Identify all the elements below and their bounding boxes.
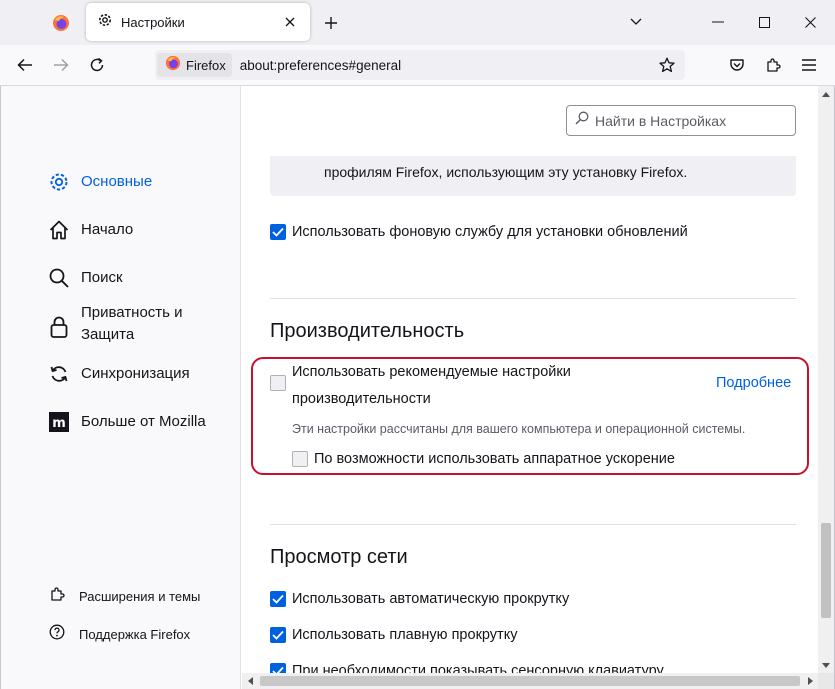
touch-keyboard-checkbox[interactable] (270, 663, 286, 673)
addons-link-label: Расширения и темы (79, 589, 201, 604)
sidebar-item-home[interactable]: Начало (47, 218, 133, 242)
recommended-performance-label-line1: Использовать рекомендуемые настройки (292, 364, 571, 380)
close-window-button[interactable] (794, 6, 826, 38)
autoscroll-checkbox[interactable] (270, 591, 286, 607)
scroll-up-arrow-icon[interactable] (818, 86, 834, 102)
profiles-info-text: профилям Firefox, использующим эту устан… (324, 164, 688, 180)
url-text[interactable]: about:preferences#general (240, 58, 653, 73)
main-pane: Найти в Настройках профилям Firefox, исп… (242, 86, 818, 673)
recommended-performance-label: Использовать рекомендуемые настройки про… (292, 359, 571, 413)
tab-settings[interactable]: Настройки (86, 3, 310, 41)
addons-link[interactable]: Расширения и темы (49, 586, 200, 607)
puzzle-icon (49, 586, 65, 607)
maximize-button[interactable] (748, 6, 780, 38)
section-divider (270, 298, 796, 299)
smoothscroll-label: Использовать плавную прокрутку (292, 627, 518, 643)
svg-text:m: m (52, 416, 66, 431)
autoscroll-checkbox-row[interactable]: Использовать автоматическую прокрутку (270, 591, 569, 607)
identity-label: Firefox (186, 57, 226, 73)
categories-sidebar: Основные Начало Поиск Приватность и Защи… (1, 86, 241, 689)
sidebar-item-label: Синхронизация (81, 365, 190, 382)
hardware-acceleration-label: По возможности использовать аппаратное у… (314, 451, 675, 467)
support-link[interactable]: Поддержка Firefox (49, 624, 190, 645)
autoscroll-label: Использовать автоматическую прокрутку (292, 591, 570, 607)
performance-heading: Производительность (270, 320, 465, 342)
firefox-tab-icon[interactable] (44, 6, 78, 40)
profiles-info-box: профилям Firefox, использующим эту устан… (270, 156, 796, 196)
new-tab-button[interactable] (316, 8, 346, 38)
background-service-checkbox[interactable] (270, 224, 286, 240)
horizontal-scrollbar-thumb[interactable] (260, 676, 800, 686)
pocket-icon[interactable] (722, 50, 752, 80)
sidebar-item-label: Больше от Mozilla (81, 413, 206, 430)
recommended-performance-label-line2: производительности (292, 391, 431, 407)
smoothscroll-checkbox-row[interactable]: Использовать плавную прокрутку (270, 627, 517, 643)
browsing-heading: Просмотр сети (270, 546, 408, 568)
sidebar-item-general[interactable]: Основные (47, 170, 152, 194)
sidebar-item-sync[interactable]: Синхронизация (47, 362, 190, 386)
background-service-label: Использовать фоновую службу для установк… (292, 224, 688, 240)
sidebar-item-label: Поиск (81, 269, 123, 286)
scroll-down-arrow-icon[interactable] (818, 657, 834, 673)
background-service-checkbox-row[interactable]: Использовать фоновую службу для установк… (270, 224, 688, 240)
firefox-logo-icon (165, 55, 181, 76)
sidebar-item-search[interactable]: Поиск (47, 266, 123, 290)
home-icon (47, 218, 71, 242)
scroll-right-arrow-icon[interactable] (802, 673, 818, 689)
navigation-toolbar: Firefox about:preferences#general (0, 45, 835, 86)
gear-icon (47, 170, 71, 194)
sidebar-item-privacy[interactable]: Приватность и Защита (47, 302, 211, 346)
hardware-acceleration-checkbox[interactable] (292, 451, 308, 467)
minimize-button[interactable] (702, 6, 734, 38)
forward-button[interactable] (46, 50, 76, 80)
sync-icon (47, 362, 71, 386)
section-divider (270, 524, 796, 525)
sidebar-item-more-from-mozilla[interactable]: m Больше от Mozilla (47, 410, 206, 434)
close-tab-icon[interactable] (278, 10, 302, 34)
recommended-performance-checkbox[interactable] (270, 375, 286, 391)
search-icon (47, 266, 71, 290)
menu-hamburger-icon[interactable] (794, 50, 824, 80)
lock-icon (47, 315, 71, 339)
search-input[interactable]: Найти в Настройках (566, 105, 796, 136)
tab-strip: Настройки (0, 0, 835, 45)
horizontal-scrollbar[interactable] (242, 673, 818, 689)
help-icon (49, 624, 65, 645)
touch-keyboard-checkbox-row[interactable]: При необходимости показывать сенсорную к… (270, 663, 664, 673)
scrollbar-thumb[interactable] (821, 523, 831, 618)
sidebar-item-label: Приватность и Защита (81, 304, 183, 343)
hardware-acceleration-checkbox-row[interactable]: По возможности использовать аппаратное у… (292, 451, 675, 467)
tab-list-chevron-icon[interactable] (620, 6, 652, 38)
scroll-left-arrow-icon[interactable] (242, 673, 258, 689)
scrollbar-corner (818, 673, 834, 689)
reload-button[interactable] (82, 50, 112, 80)
sidebar-item-label: Основные (81, 173, 153, 190)
recommended-performance-checkbox-row[interactable] (270, 375, 286, 391)
url-bar[interactable]: Firefox about:preferences#general (155, 50, 685, 80)
bookmark-star-icon[interactable] (653, 51, 681, 79)
support-link-label: Поддержка Firefox (79, 627, 191, 642)
touch-keyboard-label: При необходимости показывать сенсорную к… (292, 663, 664, 673)
vertical-scrollbar[interactable] (818, 86, 834, 673)
performance-description: Эти настройки рассчитаны для вашего комп… (292, 422, 746, 436)
learn-more-link[interactable]: Подробнее (716, 375, 791, 391)
tab-title: Настройки (121, 14, 185, 30)
mozilla-icon: m (47, 410, 71, 434)
identity-box[interactable]: Firefox (157, 53, 232, 77)
gear-icon (97, 12, 113, 33)
back-button[interactable] (10, 50, 40, 80)
search-placeholder: Найти в Настройках (595, 112, 727, 129)
preferences-page: Основные Начало Поиск Приватность и Защи… (0, 86, 835, 689)
smoothscroll-checkbox[interactable] (270, 627, 286, 643)
extensions-icon[interactable] (758, 50, 788, 80)
sidebar-item-label: Начало (81, 221, 134, 238)
search-icon (575, 111, 589, 130)
